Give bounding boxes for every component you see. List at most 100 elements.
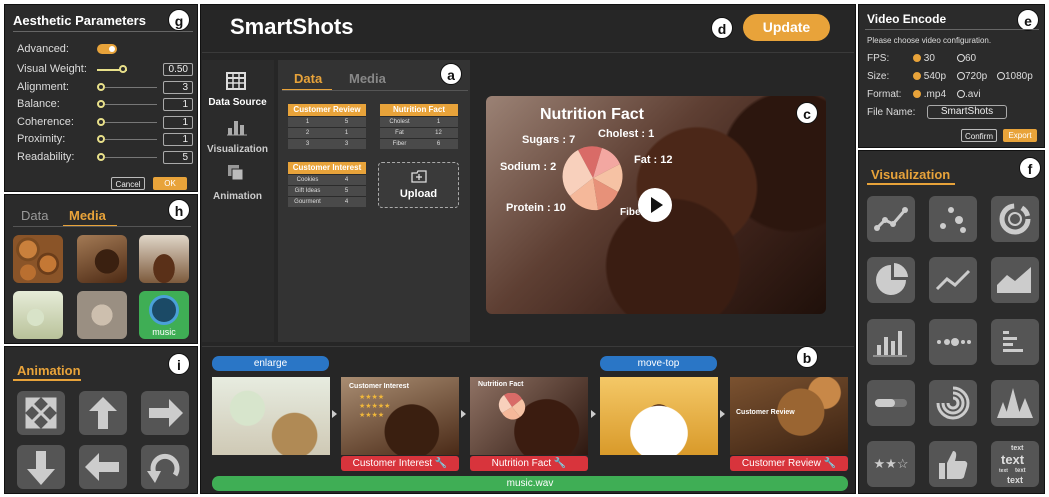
frame-overlay-title: Customer Review xyxy=(736,409,795,416)
proximity-value[interactable]: 1 xyxy=(163,133,193,146)
anim-move-up-button[interactable] xyxy=(79,391,127,435)
proximity-label: Proximity: xyxy=(17,133,66,145)
slider-knob[interactable] xyxy=(97,118,105,126)
slider-knob[interactable] xyxy=(97,100,105,108)
vis-peaks-button[interactable] xyxy=(991,380,1039,426)
timeline-frame[interactable] xyxy=(212,377,330,455)
media-thumb-cookies[interactable] xyxy=(77,291,127,339)
sidebar-item-visualization[interactable]: Visualization xyxy=(205,144,270,155)
slider-knob[interactable] xyxy=(97,135,105,143)
vis-area-button[interactable] xyxy=(991,257,1039,303)
filename-input[interactable]: SmartShots xyxy=(927,105,1007,119)
table-nutrition-fact[interactable]: Nutrition Fact Cholest 1 Fat 12 Fiber 6 xyxy=(380,104,458,149)
format-option-mp4[interactable]: .mp4 xyxy=(913,89,946,100)
play-button[interactable] xyxy=(638,188,672,222)
advanced-label: Advanced: xyxy=(17,43,69,55)
anim-move-left-button[interactable] xyxy=(79,445,127,489)
animation-title: Animation xyxy=(17,363,81,378)
slider-knob[interactable] xyxy=(97,153,105,161)
media-thumb-music[interactable]: music xyxy=(139,291,189,339)
slider-knob[interactable] xyxy=(97,83,105,91)
vis-bar-button[interactable] xyxy=(867,319,915,365)
media-thumb-cake[interactable] xyxy=(139,235,189,283)
frame-arrow-icon xyxy=(461,410,466,418)
size-option-540p[interactable]: 540p xyxy=(913,71,946,82)
anim-rotate-button[interactable] xyxy=(141,445,189,489)
coherence-value[interactable]: 1 xyxy=(163,116,193,129)
rose-chart xyxy=(562,146,623,211)
vis-hbar-button[interactable] xyxy=(991,319,1039,365)
panel-badge: g xyxy=(168,9,190,31)
timeline-frame[interactable]: Nutrition Fact xyxy=(470,377,588,455)
bar-chart-icon xyxy=(873,331,907,357)
size-option-720p[interactable]: 720p xyxy=(957,71,987,82)
upload-button[interactable]: Upload xyxy=(378,162,459,208)
tab-media[interactable]: Media xyxy=(349,71,386,86)
anim-scale-button[interactable] xyxy=(17,391,65,435)
anim-label-enlarge[interactable]: enlarge xyxy=(212,356,329,371)
video-preview[interactable]: Nutrition Fact Sugars : 7 Cholest : 1 So… xyxy=(486,96,826,314)
table-customer-review[interactable]: Customer Review 15 21 33 xyxy=(288,104,366,149)
vis-wordcloud-button[interactable]: text text text text text xyxy=(991,441,1039,487)
media-thumb-coffee[interactable] xyxy=(77,235,127,283)
confirm-button[interactable]: Confirm xyxy=(961,129,997,142)
advanced-toggle[interactable] xyxy=(97,44,117,54)
vis-progress-button[interactable] xyxy=(867,380,915,426)
label-sodium: Sodium : 2 xyxy=(500,161,557,173)
media-thumb-flowers[interactable] xyxy=(13,291,63,339)
anim-move-down-button[interactable] xyxy=(17,445,65,489)
export-button[interactable]: Export xyxy=(1003,129,1037,142)
vis-star-rating-button[interactable]: ★★☆ xyxy=(867,441,915,487)
table-row: Gift Ideas 5 xyxy=(288,185,366,196)
vis-donut-button[interactable] xyxy=(991,196,1039,242)
label-cholest: Cholest : 1 xyxy=(598,128,655,140)
cancel-button[interactable]: Cancel xyxy=(111,177,145,190)
vis-pie-button[interactable] xyxy=(867,257,915,303)
ok-button[interactable]: OK xyxy=(153,177,187,190)
sidebar-item-animation[interactable]: Animation xyxy=(205,191,270,202)
timeline-frame[interactable]: Customer Interest ★★★★ ★★★★★ ★★★★ xyxy=(341,377,459,455)
vis-trend-button[interactable] xyxy=(929,257,977,303)
sidebar-item-data-source[interactable]: Data Source xyxy=(205,97,270,108)
anim-label-move-top[interactable]: move-top xyxy=(600,356,717,371)
music-disc-icon xyxy=(149,295,179,325)
trend-line-icon xyxy=(935,269,971,291)
peaks-icon xyxy=(997,388,1033,418)
tab-data[interactable]: Data xyxy=(21,208,48,223)
vis-thumbs-button[interactable] xyxy=(929,441,977,487)
vis-dot-strip-button[interactable] xyxy=(929,319,977,365)
anim-move-right-button[interactable] xyxy=(141,391,189,435)
readability-value[interactable]: 5 xyxy=(163,151,193,164)
chart-label-nutrition-fact[interactable]: Nutrition Fact 🔧 xyxy=(470,456,588,471)
data-panel-badge: a xyxy=(440,63,462,85)
scatter-icon xyxy=(940,207,966,233)
tab-data[interactable]: Data xyxy=(294,71,322,86)
table-title: Customer Interest xyxy=(288,162,366,174)
wrench-icon[interactable]: 🔧 xyxy=(824,458,836,469)
vis-line-chart-button[interactable] xyxy=(867,196,915,242)
vis-scatter-button[interactable] xyxy=(929,196,977,242)
media-thumb-hazelnuts[interactable] xyxy=(13,235,63,283)
update-button[interactable]: Update xyxy=(743,14,830,41)
fps-option-60[interactable]: 60 xyxy=(957,53,976,64)
chart-label-customer-interest[interactable]: Customer Interest 🔧 xyxy=(341,456,459,471)
chart-label-customer-review[interactable]: Customer Review 🔧 xyxy=(730,456,848,471)
visual-weight-value[interactable]: 0.50 xyxy=(163,63,193,76)
alignment-value[interactable]: 3 xyxy=(163,81,193,94)
slider-knob[interactable] xyxy=(119,65,127,73)
balance-label: Balance: xyxy=(17,98,60,110)
tab-media[interactable]: Media xyxy=(69,208,106,223)
size-option-1080p[interactable]: 1080p xyxy=(997,71,1033,82)
vis-radial-button[interactable] xyxy=(929,380,977,426)
wrench-icon[interactable]: 🔧 xyxy=(435,458,447,469)
format-option-avi[interactable]: .avi xyxy=(957,89,981,100)
balance-value[interactable]: 1 xyxy=(163,98,193,111)
expand-arrows-icon xyxy=(25,397,57,429)
audio-track[interactable]: music.wav xyxy=(212,476,848,491)
fps-option-30[interactable]: 30 xyxy=(913,53,935,64)
timeline-frame[interactable] xyxy=(600,377,718,455)
table-customer-interest[interactable]: Customer Interest Cookies 4 Gift Ideas 5 G… xyxy=(288,162,366,207)
wrench-icon[interactable]: 🔧 xyxy=(554,458,566,469)
video-encode-panel: Video Encode e Please choose video confi… xyxy=(858,4,1045,148)
timeline-frame[interactable]: Customer Review xyxy=(730,377,848,455)
